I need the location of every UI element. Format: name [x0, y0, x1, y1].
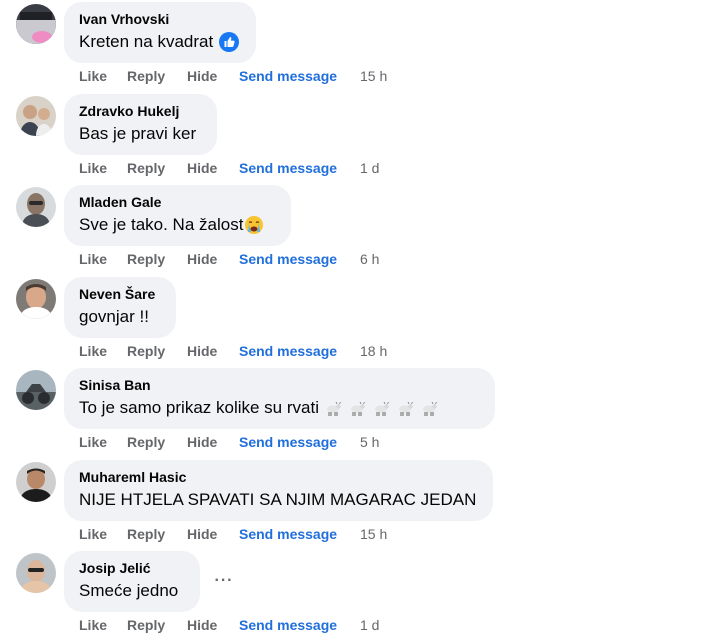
comment-bubble: Mladen Gale Sve je tako. Na žalost: [64, 185, 291, 246]
comment-text: Bas je pravi ker: [79, 124, 197, 143]
send-message-link[interactable]: Send message: [239, 615, 337, 635]
comment-text: NIJE HTJELA SPAVATI SA NJIM MAGARAC JEDA…: [79, 490, 477, 509]
avatar[interactable]: [16, 279, 56, 319]
like-link[interactable]: Like: [79, 341, 107, 361]
reply-link[interactable]: Reply: [127, 524, 165, 544]
comment-text: govnjar !!: [79, 307, 149, 326]
comment-text: Sve je tako. Na žalost: [79, 215, 244, 234]
hide-link[interactable]: Hide: [187, 524, 217, 544]
comment-author[interactable]: Neven Šare: [79, 285, 162, 303]
comments-list: Ivan Vrhovski Kreten na kvadrat Like Rep…: [0, 0, 717, 641]
comment-text: Smeće jedno: [79, 581, 179, 600]
more-options-icon[interactable]: ···: [214, 571, 234, 591]
hide-link[interactable]: Hide: [187, 158, 217, 178]
comment-bubble: Muhareml Hasic NIJE HTJELA SPAVATI SA NJ…: [64, 460, 493, 521]
goat-emoji: [323, 398, 343, 418]
reply-link[interactable]: Reply: [127, 158, 165, 178]
comment-timestamp[interactable]: 15 h: [360, 524, 387, 544]
like-link[interactable]: Like: [79, 249, 107, 269]
avatar[interactable]: [16, 96, 56, 136]
like-link[interactable]: Like: [79, 432, 107, 452]
comment-bubble: Josip Jelić Smeće jedno: [64, 551, 200, 612]
comment-timestamp[interactable]: 1 d: [360, 615, 379, 635]
send-message-link[interactable]: Send message: [239, 524, 337, 544]
reply-link[interactable]: Reply: [127, 66, 165, 86]
reply-link[interactable]: Reply: [127, 615, 165, 635]
goat-emoji: [347, 398, 367, 418]
goat-emoji-group: [323, 398, 439, 418]
hide-link[interactable]: Hide: [187, 66, 217, 86]
comment-bubble: Ivan Vrhovski Kreten na kvadrat: [64, 2, 256, 63]
avatar[interactable]: [16, 462, 56, 502]
hide-link[interactable]: Hide: [187, 432, 217, 452]
comment-author[interactable]: Josip Jelić: [79, 559, 186, 577]
comment-author[interactable]: Muhareml Hasic: [79, 468, 479, 486]
hide-link[interactable]: Hide: [187, 615, 217, 635]
send-message-link[interactable]: Send message: [239, 341, 337, 361]
avatar[interactable]: [16, 553, 56, 593]
comment-bubble: Sinisa Ban To je samo prikaz kolike su r…: [64, 368, 495, 429]
comment-author[interactable]: Zdravko Hukelj: [79, 102, 203, 120]
comment-bubble: Neven Šare govnjar !!: [64, 277, 176, 338]
comment-timestamp[interactable]: 15 h: [360, 66, 387, 86]
hide-link[interactable]: Hide: [187, 249, 217, 269]
comment-timestamp[interactable]: 5 h: [360, 432, 379, 452]
goat-emoji: [371, 398, 391, 418]
send-message-link[interactable]: Send message: [239, 432, 337, 452]
like-reaction-icon[interactable]: [219, 32, 240, 52]
comment-timestamp[interactable]: 6 h: [360, 249, 379, 269]
like-link[interactable]: Like: [79, 524, 107, 544]
like-link[interactable]: Like: [79, 158, 107, 178]
reply-link[interactable]: Reply: [127, 249, 165, 269]
send-message-link[interactable]: Send message: [239, 66, 337, 86]
like-link[interactable]: Like: [79, 66, 107, 86]
avatar[interactable]: [16, 4, 56, 44]
like-link[interactable]: Like: [79, 615, 107, 635]
send-message-link[interactable]: Send message: [239, 158, 337, 178]
comment-text: To je samo prikaz kolike su rvati: [79, 398, 319, 417]
comment-author[interactable]: Ivan Vrhovski: [79, 10, 242, 28]
comment-author[interactable]: Mladen Gale: [79, 193, 277, 211]
avatar[interactable]: [16, 187, 56, 227]
reply-link[interactable]: Reply: [127, 341, 165, 361]
send-message-link[interactable]: Send message: [239, 249, 337, 269]
avatar[interactable]: [16, 370, 56, 410]
comment-timestamp[interactable]: 18 h: [360, 341, 387, 361]
reply-link[interactable]: Reply: [127, 432, 165, 452]
hide-link[interactable]: Hide: [187, 341, 217, 361]
comment-bubble: Zdravko Hukelj Bas je pravi ker: [64, 94, 217, 155]
comment-author[interactable]: Sinisa Ban: [79, 376, 481, 394]
crying-face-emoji: [244, 215, 264, 235]
comment-text: Kreten na kvadrat: [79, 32, 214, 51]
goat-emoji: [395, 398, 415, 418]
goat-emoji: [419, 398, 439, 418]
comment-timestamp[interactable]: 1 d: [360, 158, 379, 178]
